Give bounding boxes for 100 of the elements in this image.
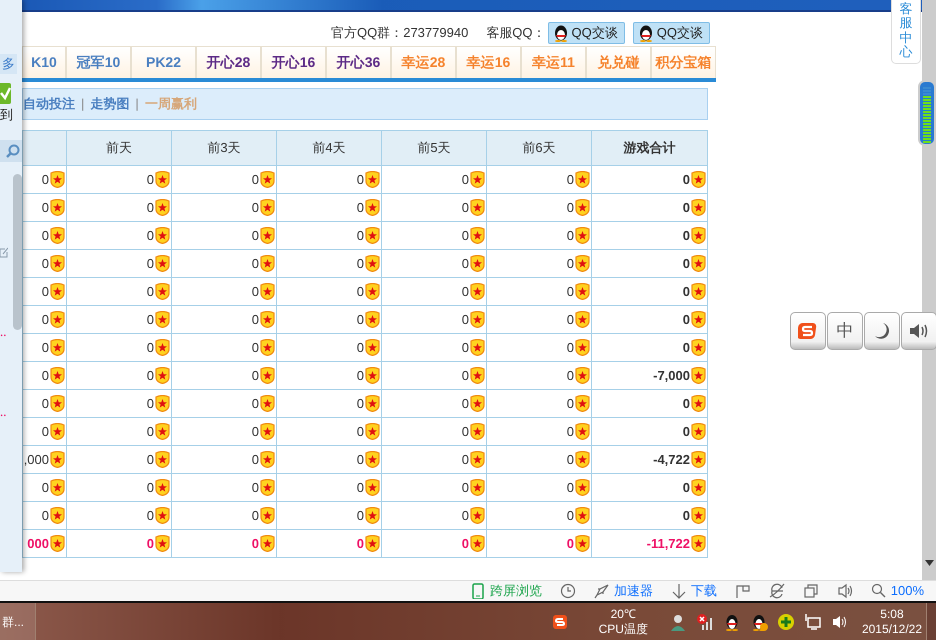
game-tab[interactable]: 开心36 [326, 46, 391, 78]
moon-icon[interactable] [864, 312, 900, 350]
window-icon[interactable] [802, 583, 819, 599]
sound-icon[interactable] [836, 583, 853, 599]
game-tab[interactable]: 开心28 [196, 46, 261, 78]
coin-icon [691, 535, 706, 552]
coin-icon [155, 395, 170, 412]
subnav-link[interactable]: 自动投注 [23, 94, 75, 114]
network-icon[interactable] [804, 612, 822, 630]
status-item[interactable]: 跨屏浏览 [470, 581, 542, 601]
coin-icon [50, 395, 65, 412]
status-item[interactable]: 加速器 [594, 581, 653, 601]
penguin-icon [552, 24, 569, 42]
sogou-tray-icon[interactable] [552, 614, 568, 630]
download-icon [670, 583, 687, 599]
table-cell: 0 [462, 534, 485, 554]
table-cell: 0 [682, 282, 706, 302]
edit-icon [0, 246, 8, 258]
coin-icon [155, 423, 170, 440]
coin-icon [365, 367, 380, 384]
browser-icon[interactable] [768, 583, 785, 599]
table-cell: 0 [566, 394, 590, 414]
qq-group-label: 官方QQ群：273779940 [331, 24, 468, 42]
table-cell: 0 [42, 254, 65, 274]
speaker-icon[interactable] [901, 312, 936, 350]
scroll-down-icon[interactable] [924, 560, 934, 566]
search-bar[interactable] [0, 140, 22, 162]
subnav-link[interactable]: 走势图 [90, 94, 130, 114]
table-cell: 0 [252, 310, 275, 330]
table-cell: 0 [462, 366, 485, 386]
service-center-tab[interactable]: 客服中心 [891, 0, 921, 64]
table-cell: 0 [462, 282, 485, 302]
table-cell: 0 [682, 338, 706, 358]
table-cell: 0 [356, 534, 380, 554]
game-tab[interactable]: K10 [22, 46, 66, 78]
coin-icon [691, 311, 706, 328]
coin-icon [691, 367, 706, 384]
clock-text[interactable]: 5:08 2015/12/22 [862, 607, 922, 636]
game-tab[interactable]: 幸运28 [391, 46, 456, 78]
clock-icon[interactable] [560, 583, 576, 599]
coin-icon [470, 479, 485, 496]
column-header: 前4天 [276, 130, 382, 166]
coin-icon [470, 395, 485, 412]
table-cell: 0 [146, 254, 170, 274]
status-item[interactable]: 下载 [670, 581, 717, 601]
coin-icon [470, 311, 485, 328]
flag-icon[interactable] [734, 583, 751, 599]
qq-chat-button[interactable]: QQ交谈 [548, 22, 625, 44]
scrollbar-thumb[interactable] [13, 174, 22, 330]
game-tab[interactable]: 兑兑碰 [586, 46, 651, 78]
coin-icon [50, 367, 65, 384]
column-header: 前6天 [486, 130, 592, 166]
coin-icon [260, 255, 275, 272]
coin-icon [691, 451, 706, 468]
game-tab[interactable]: 积分宝箱 [651, 46, 716, 78]
game-tab[interactable]: 幸运16 [456, 46, 521, 78]
show-desktop-button[interactable] [926, 603, 936, 640]
table-cell: 0 [566, 226, 590, 246]
volume-icon[interactable] [830, 614, 847, 630]
coin-icon [575, 535, 590, 552]
coin-icon [470, 255, 485, 272]
table-cell: 0 [682, 254, 706, 274]
table-cell: 0 [356, 338, 380, 358]
table-cell: 0 [252, 198, 275, 218]
search-icon [6, 144, 20, 158]
coin-icon [470, 423, 485, 440]
coin-icon [260, 507, 275, 524]
game-tab[interactable]: 开心16 [261, 46, 326, 78]
game-tab[interactable]: 幸运11 [521, 46, 586, 78]
taskbar-button[interactable]: 群... [0, 603, 36, 640]
status-item[interactable]: 100% [870, 581, 924, 601]
table-cell: 0 [252, 450, 275, 470]
table-cell: 0 [252, 478, 275, 498]
more-link[interactable]: 多 [0, 54, 17, 74]
table-cell: 0 [566, 338, 590, 358]
game-tab[interactable]: 冠军10 [66, 46, 131, 78]
separator-text: | [135, 95, 139, 114]
table-cell: ,000 [24, 450, 65, 470]
sogou-logo-icon[interactable] [790, 312, 826, 350]
coin-icon [470, 283, 485, 300]
coin-icon [260, 171, 275, 188]
coin-icon [50, 199, 65, 216]
coin-icon [575, 423, 590, 440]
person-icon[interactable] [668, 612, 687, 630]
plus-circle-icon[interactable] [776, 612, 795, 630]
coin-icon [260, 479, 275, 496]
separator-text: | [81, 95, 84, 114]
qq-chat-button[interactable]: QQ交谈 [632, 22, 710, 44]
cpu-temperature-text: 20℃ CPU温度 [598, 607, 648, 636]
table-cell: 0 [42, 394, 65, 414]
chinese-mode-key[interactable]: 中 [827, 312, 863, 350]
game-tab[interactable]: PK22 [131, 46, 196, 78]
column-header: 前天 [66, 130, 172, 166]
table-cell: 0 [146, 422, 170, 442]
table-cell: 0 [146, 534, 170, 554]
table-cell: 0 [252, 338, 275, 358]
coin-icon [260, 451, 275, 468]
table-cell: 0 [682, 506, 706, 526]
network-error-icon[interactable] [696, 612, 714, 630]
coin-icon [260, 339, 275, 356]
